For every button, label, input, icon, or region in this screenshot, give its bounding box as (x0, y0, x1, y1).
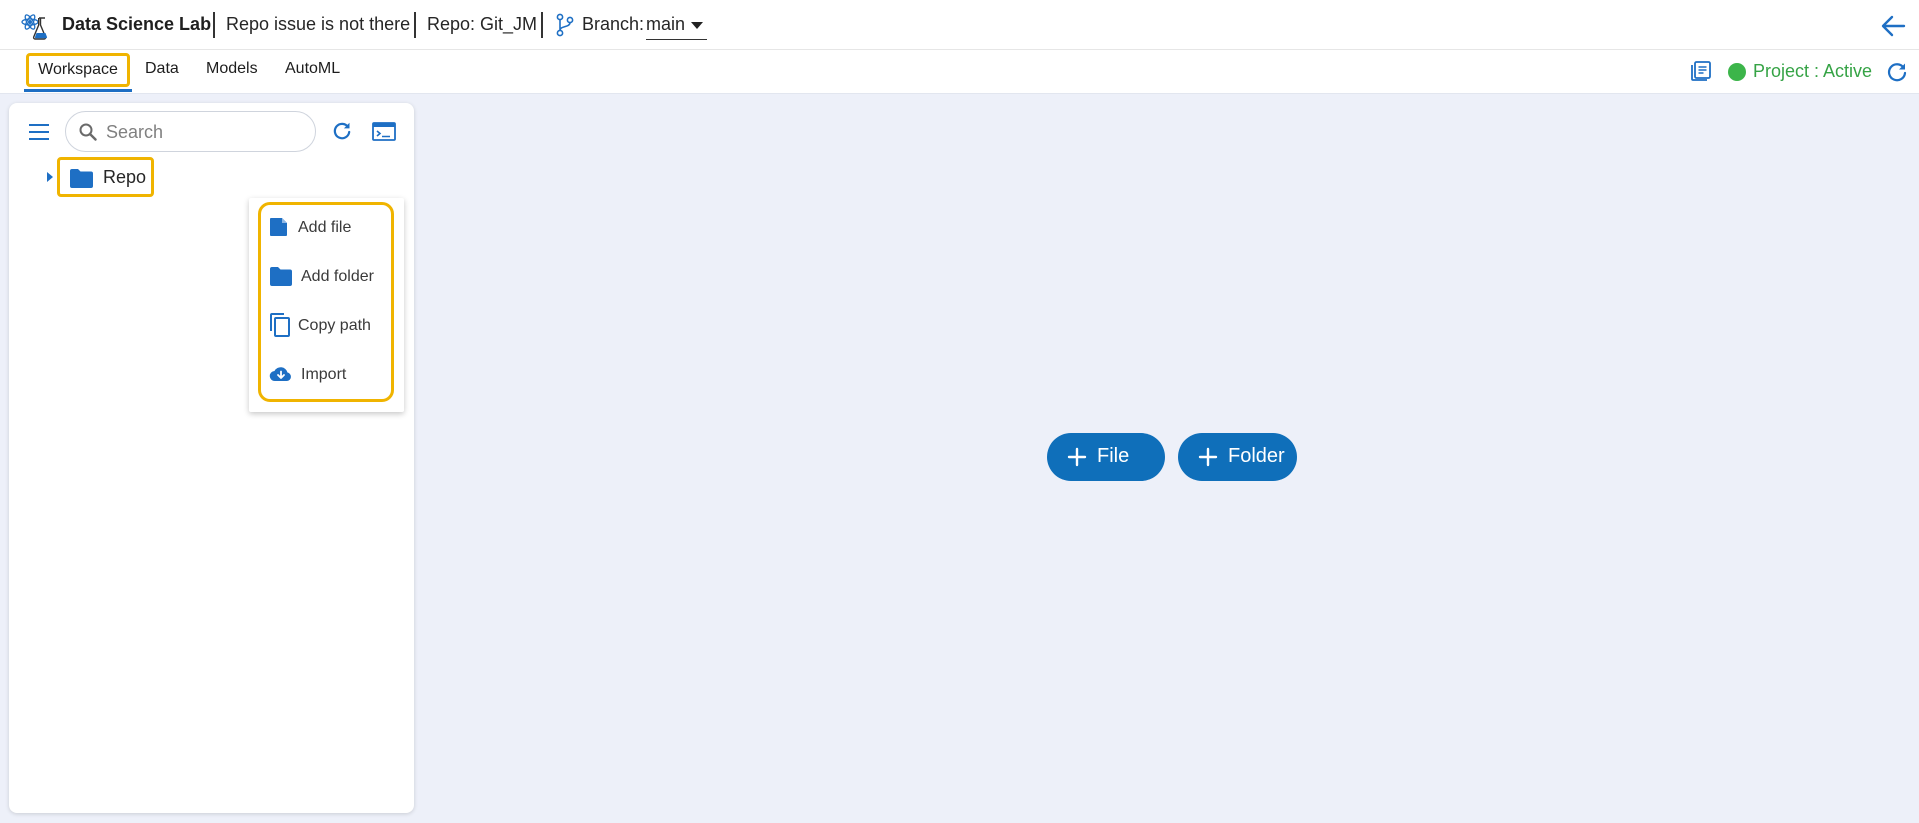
menu-item-add-file[interactable]: Add file (269, 213, 394, 243)
back-arrow-icon[interactable] (1880, 14, 1906, 38)
status-dot (1728, 63, 1746, 81)
header-divider (213, 12, 215, 38)
add-file-button-label: File (1097, 445, 1130, 467)
tab-automl[interactable]: AutoML (285, 60, 340, 78)
terminal-icon[interactable] (372, 122, 396, 141)
app-title: Data Science Lab (62, 14, 212, 34)
add-file-button[interactable]: File (1047, 433, 1165, 481)
add-folder-button-label: Folder (1228, 445, 1285, 467)
menu-item-copy-path[interactable]: Copy path (269, 311, 394, 341)
menu-item-add-folder[interactable]: Add folder (269, 262, 394, 292)
plus-icon (1198, 447, 1218, 467)
tab-workspace[interactable]: Workspace (26, 53, 130, 87)
branch-dropdown[interactable]: main (646, 12, 707, 40)
header-divider (414, 12, 416, 38)
branch-value: main (646, 14, 686, 34)
git-branch-icon (556, 13, 574, 37)
menu-item-label: Import (301, 366, 347, 383)
header-divider (541, 12, 543, 38)
top-bar: Data Science Lab Repo issue is not there… (0, 0, 1919, 50)
context-menu: Add file Add folder Copy path Import (249, 198, 404, 412)
refresh-icon[interactable] (332, 121, 352, 141)
caret-down-icon (691, 22, 703, 29)
project-name: Repo issue is not there (226, 14, 411, 34)
menu-item-label: Add file (298, 219, 352, 236)
tree-item-label: Repo (103, 167, 147, 187)
search-icon (79, 123, 97, 141)
tab-models[interactable]: Models (206, 60, 258, 78)
tab-label: Workspace (38, 61, 118, 78)
menu-item-label: Copy path (298, 317, 371, 334)
repo-label: Repo: Git_JM (427, 14, 538, 34)
cloud-download-icon (269, 367, 291, 382)
tree-item-repo[interactable]: Repo (57, 157, 154, 197)
tab-bar: Workspace Data Models AutoML Project : A… (0, 50, 1919, 94)
tree-row: Repo (47, 157, 347, 197)
active-tab-indicator (24, 89, 132, 92)
project-status: Project : Active (1753, 61, 1873, 81)
tab-data[interactable]: Data (145, 60, 179, 78)
copy-icon (270, 313, 290, 337)
refresh-icon[interactable] (1886, 61, 1908, 83)
menu-item-label: Add folder (301, 268, 374, 285)
search-box (65, 111, 316, 152)
folder-icon (270, 267, 292, 286)
plus-icon (1067, 447, 1087, 467)
search-input[interactable] (106, 120, 301, 144)
branch-label: Branch: (582, 14, 645, 34)
menu-icon[interactable] (29, 124, 49, 140)
notebook-list-icon[interactable] (1690, 60, 1712, 82)
menu-item-import[interactable]: Import (269, 360, 394, 390)
folder-icon (70, 169, 93, 188)
add-file-icon (270, 218, 287, 236)
flask-atom-logo-icon (21, 14, 48, 40)
add-folder-button[interactable]: Folder (1178, 433, 1297, 481)
expand-caret-icon[interactable] (47, 172, 53, 182)
